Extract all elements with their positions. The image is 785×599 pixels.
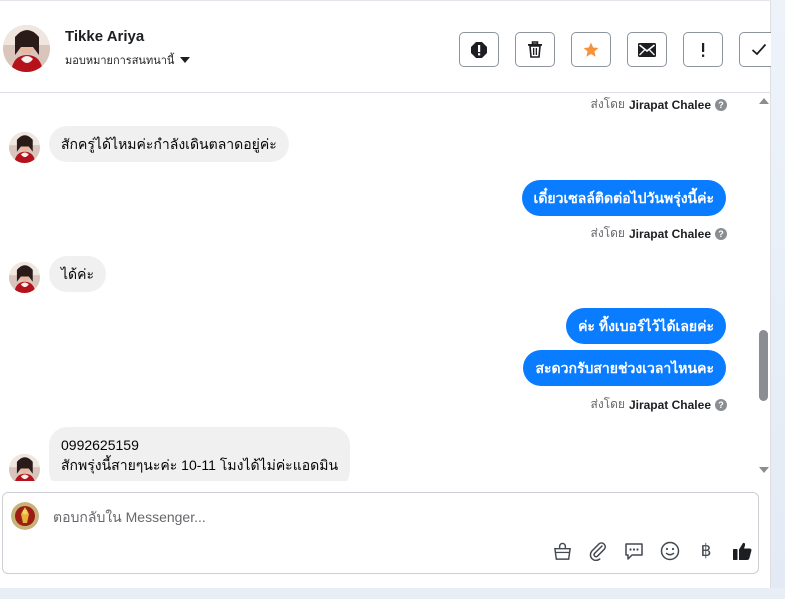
attach-button[interactable] [580, 540, 616, 562]
sent-by-label: ส่งโดย Jirapat Chalee ? [591, 95, 727, 114]
trash-icon [528, 41, 542, 58]
conversation-panel: Tikke Ariya มอบหมายการสนทนานี้ ส่งโดย Ji… [0, 0, 779, 588]
help-icon[interactable]: ? [715, 398, 727, 411]
shopping-bag-button[interactable] [544, 540, 580, 562]
thumbs-up-icon [732, 542, 751, 560]
contact-name[interactable]: Tikke Ariya [65, 28, 144, 45]
paperclip-icon [589, 542, 606, 561]
page-background-strip [0, 588, 785, 599]
incoming-message[interactable]: 0992625159 สักพรุ่งนี้สายๆนะค่ะ 10-11 โม… [49, 427, 351, 481]
message-line: สักพรุ่งนี้สายๆนะค่ะ 10-11 โมงได้ไม่ค่ะแ… [61, 457, 339, 473]
contact-avatar-small[interactable] [9, 454, 40, 481]
scroll-up-arrow[interactable] [759, 98, 769, 104]
like-button[interactable] [724, 540, 760, 562]
saved-reply-button[interactable] [616, 540, 652, 562]
message-line: 0992625159 [61, 437, 139, 453]
page-background-strip [771, 0, 785, 599]
incoming-message[interactable]: สักครู่ได้ไหมค่ะกำลังเดินตลาดอยู่ค่ะ [49, 126, 289, 162]
star-button[interactable] [571, 32, 611, 67]
contact-avatar-small[interactable] [9, 132, 40, 163]
composer-toolbar: ฿ [544, 540, 760, 562]
baht-icon: ฿ [700, 541, 712, 561]
conversation-header: Tikke Ariya มอบหมายการสนทนานี้ [0, 0, 779, 93]
help-icon[interactable]: ? [715, 227, 727, 240]
star-icon [583, 42, 599, 57]
payment-button[interactable]: ฿ [688, 540, 724, 562]
reply-input[interactable] [53, 509, 653, 525]
scrollbar-thumb[interactable] [759, 330, 768, 401]
conversation-actions [459, 32, 779, 67]
incoming-message[interactable]: ได้ค่ะ [49, 256, 107, 292]
emoji-button[interactable] [652, 540, 688, 562]
envelope-icon [638, 42, 656, 57]
chevron-down-icon [180, 57, 191, 63]
outgoing-message[interactable]: เดี๋ยวเซลล์ติดต่อไปวันพรุ่งนี้ค่ะ [521, 180, 726, 216]
mark-spam-button[interactable] [459, 32, 499, 67]
mark-unread-button[interactable] [627, 32, 667, 67]
message-list[interactable]: ส่งโดย Jirapat Chalee ? สักครู่ได้ไหมค่ะ… [0, 93, 771, 481]
outgoing-message[interactable]: ค่ะ ทิ้งเบอร์ไว้ได้เลยค่ะ [566, 308, 726, 344]
emoji-icon [660, 541, 680, 561]
sent-by-label: ส่งโดย Jirapat Chalee ? [591, 395, 727, 414]
scroll-down-arrow[interactable] [759, 467, 769, 473]
checkmark-icon [751, 43, 767, 56]
assign-conversation-dropdown[interactable]: มอบหมายการสนทนานี้ [65, 51, 191, 69]
reply-composer: ฿ [2, 492, 759, 574]
assign-label: มอบหมายการสนทนานี้ [65, 55, 175, 67]
alert-octagon-icon [471, 41, 487, 58]
outgoing-message[interactable]: สะดวกรับสายช่วงเวลาไหนคะ [523, 350, 726, 386]
saved-reply-icon [625, 542, 643, 560]
exclamation-icon [702, 42, 705, 57]
page-avatar [11, 502, 39, 530]
follow-up-button[interactable] [683, 32, 723, 67]
delete-button[interactable] [515, 32, 555, 67]
contact-avatar[interactable] [3, 25, 50, 72]
contact-avatar-small[interactable] [9, 262, 40, 293]
help-icon[interactable]: ? [715, 98, 727, 111]
sent-by-label: ส่งโดย Jirapat Chalee ? [591, 224, 727, 243]
shopping-bag-icon [553, 542, 571, 560]
